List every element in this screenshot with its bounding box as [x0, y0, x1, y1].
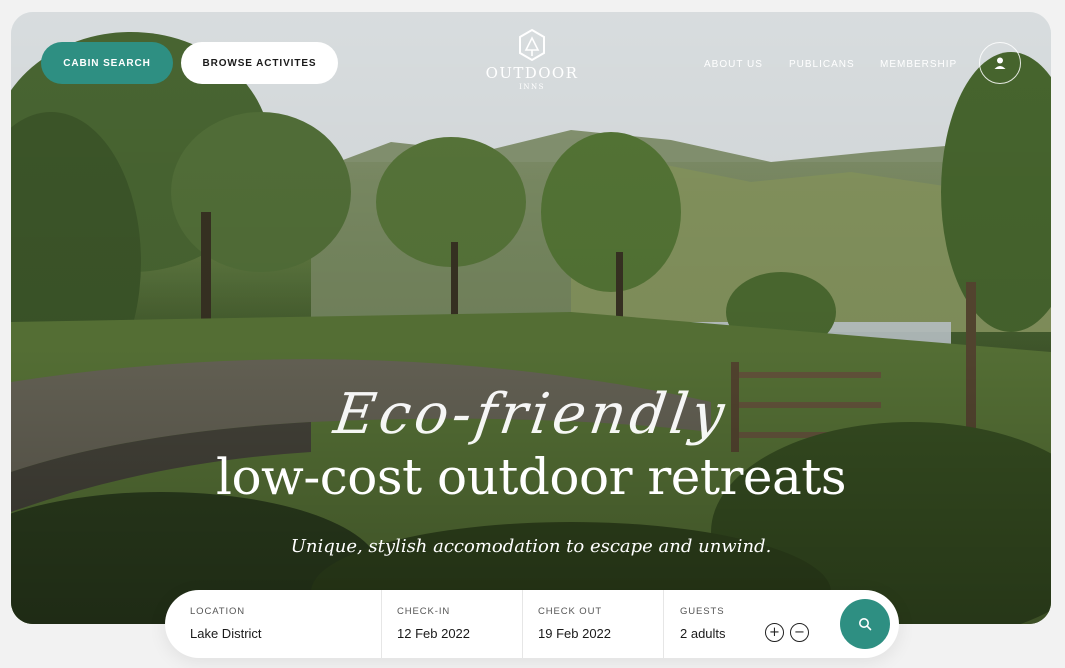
checkin-field[interactable]: CHECK-IN 12 Feb 2022	[381, 590, 522, 658]
guests-value: 2 adults	[680, 626, 726, 641]
booking-search-bar: LOCATION Lake District CHECK-IN 12 Feb 2…	[165, 590, 899, 658]
location-field[interactable]: LOCATION Lake District	[165, 590, 381, 658]
search-icon	[859, 618, 872, 631]
cabin-search-button[interactable]: CABIN SEARCH	[41, 42, 173, 84]
nav-publicans[interactable]: PUBLICANS	[789, 59, 855, 70]
guests-label: GUESTS	[680, 606, 725, 617]
logo-icon	[519, 28, 545, 62]
checkin-label: CHECK-IN	[397, 606, 451, 617]
location-label: LOCATION	[190, 606, 246, 617]
guests-field[interactable]: GUESTS 2 adults	[663, 590, 833, 658]
nav-about-us[interactable]: ABOUT US	[704, 59, 763, 70]
minus-icon[interactable]: −	[790, 623, 809, 642]
hero-section: CABIN SEARCH BROWSE ACTIVITES OUTDOOR IN…	[11, 12, 1051, 624]
plus-icon[interactable]: +	[765, 623, 784, 642]
location-value: Lake District	[190, 626, 262, 641]
nav-membership[interactable]: MEMBERSHIP	[880, 59, 957, 70]
checkout-label: CHECK OUT	[538, 606, 603, 617]
user-icon	[994, 57, 1006, 69]
brand-logo[interactable]: OUTDOOR INNS	[477, 28, 587, 91]
hero-script-title: Eco-friendly	[329, 382, 733, 447]
checkout-field[interactable]: CHECK OUT 19 Feb 2022	[522, 590, 663, 658]
logo-subtitle: INNS	[519, 83, 545, 91]
checkin-value: 12 Feb 2022	[397, 626, 471, 641]
browse-activities-button[interactable]: BROWSE ACTIVITES	[181, 42, 338, 84]
checkout-value: 19 Feb 2022	[538, 626, 612, 641]
logo-name: OUTDOOR	[485, 64, 579, 82]
account-button[interactable]	[979, 42, 1021, 84]
search-button[interactable]	[840, 599, 890, 649]
hero-subline: Unique, stylish accomodation to escape a…	[290, 536, 772, 557]
hero-background-image	[11, 12, 1051, 624]
hero-headline: low-cost outdoor retreats	[215, 448, 847, 506]
